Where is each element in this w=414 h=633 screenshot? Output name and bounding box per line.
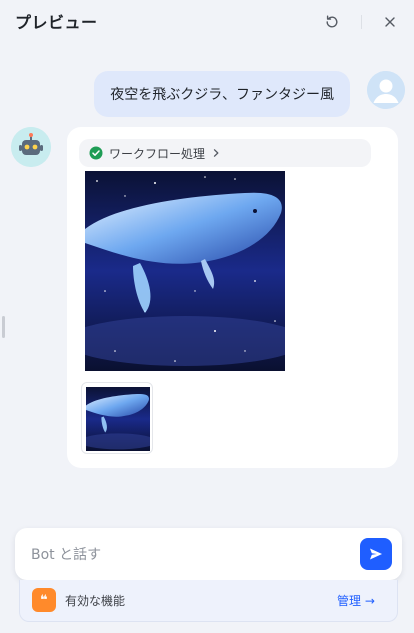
arrow-right-icon: → — [364, 594, 375, 608]
thumbnail-whale-image — [86, 387, 150, 451]
check-circle-icon — [89, 146, 103, 160]
send-button[interactable] — [360, 538, 392, 570]
send-icon — [370, 548, 382, 560]
user-message-bubble: 夜空を飛ぶクジラ、ファンタジー風 — [94, 71, 350, 117]
message-input[interactable] — [29, 540, 353, 570]
header-divider — [361, 15, 362, 29]
user-avatar — [367, 71, 405, 109]
resize-handle[interactable] — [2, 316, 5, 338]
bot-avatar — [11, 127, 51, 167]
manage-link[interactable]: 管理 → — [337, 592, 375, 609]
features-label: 有効な機能 — [65, 594, 126, 608]
image-thumbnail[interactable] — [81, 382, 153, 454]
preview-header: プレビュー — [0, 0, 414, 44]
chevron-right-icon — [213, 149, 219, 157]
bot-message-card: ワークフロー処理 — [67, 127, 398, 468]
manage-label: 管理 — [337, 594, 362, 608]
page-title: プレビュー — [15, 13, 98, 32]
workflow-status-pill[interactable]: ワークフロー処理 — [79, 139, 371, 167]
workflow-status-label: ワークフロー処理 — [109, 146, 206, 161]
quote-icon: ❝ — [32, 588, 56, 612]
message-composer — [15, 528, 402, 580]
generated-whale-image[interactable] — [85, 171, 285, 371]
refresh-icon[interactable] — [322, 12, 342, 32]
close-icon[interactable] — [380, 12, 400, 32]
enabled-features-bar: ❝ 有効な機能 管理 → — [19, 580, 398, 622]
